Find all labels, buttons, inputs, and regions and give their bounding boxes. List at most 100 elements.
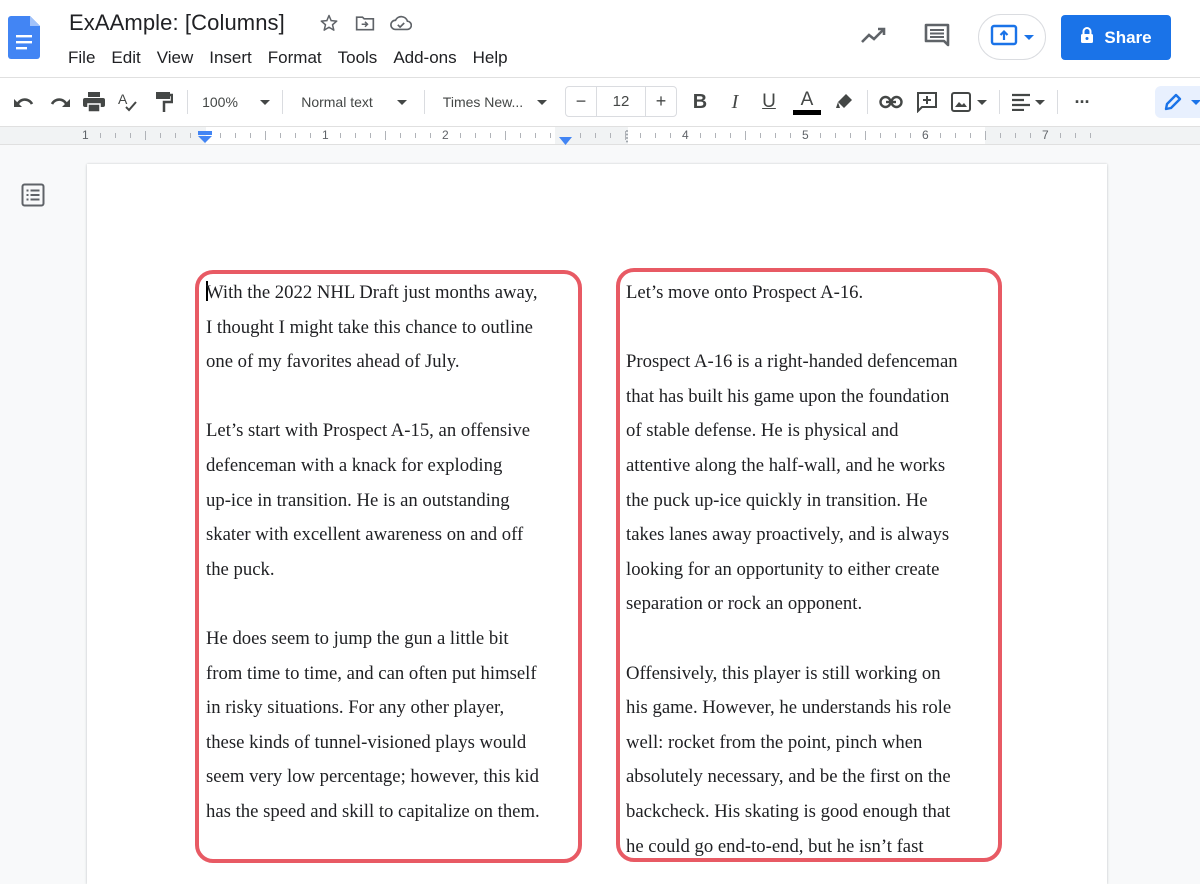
chevron-down-icon: [1191, 99, 1200, 105]
present-button[interactable]: [978, 14, 1046, 60]
print-icon[interactable]: [80, 78, 108, 126]
present-dropdown-icon[interactable]: [1024, 34, 1034, 40]
move-to-folder-icon[interactable]: [354, 12, 376, 34]
ruler-tick: [745, 131, 746, 140]
align-button[interactable]: [1008, 78, 1048, 126]
paragraph-style-select[interactable]: Normal text: [292, 78, 416, 126]
ruler-tick: [280, 133, 281, 138]
ruler-tick: [520, 133, 521, 138]
chevron-down-icon: [977, 99, 987, 105]
ruler-tick: [1015, 133, 1016, 138]
editing-mode-button[interactable]: [1155, 86, 1200, 118]
ruler-tick: [910, 133, 911, 138]
star-icon[interactable]: [318, 12, 340, 34]
share-button[interactable]: Share: [1061, 15, 1171, 60]
svg-text:A: A: [118, 91, 128, 107]
cloud-saved-icon[interactable]: [390, 12, 412, 34]
redo-icon[interactable]: [45, 78, 75, 126]
ruler-tick: [775, 133, 776, 138]
right-indent-marker[interactable]: [559, 132, 572, 150]
menu-edit[interactable]: Edit: [103, 46, 148, 70]
ruler-tick: [430, 133, 431, 138]
ruler-tick: [835, 133, 836, 138]
ruler-tick: [715, 133, 716, 138]
ruler-tick: [250, 133, 251, 138]
ruler-tick: [160, 133, 161, 138]
ruler-tick: [1000, 133, 1001, 138]
ruler-tick: [880, 133, 881, 138]
menu-bar: File Edit View Insert Format Tools Add-o…: [60, 46, 516, 70]
ruler-tick: [130, 133, 131, 138]
ruler-tick: [145, 131, 146, 140]
ruler-tick: [970, 133, 971, 138]
left-indent-marker[interactable]: [197, 130, 213, 148]
chevron-down-icon: [259, 99, 270, 105]
ruler-label: 7: [1042, 128, 1049, 142]
document-page[interactable]: With the 2022 NHL Draft just months away…: [87, 164, 1107, 884]
insert-link-icon[interactable]: [876, 78, 906, 126]
increase-font-size-button[interactable]: +: [646, 87, 676, 116]
underline-button[interactable]: U: [757, 78, 781, 126]
font-family-select[interactable]: Times New...: [434, 78, 556, 126]
activity-dashboard-icon[interactable]: [856, 18, 892, 54]
toolbar-divider: [424, 90, 425, 114]
ruler-tick: [595, 133, 596, 138]
ruler-tick: [115, 133, 116, 138]
ruler-tick: [760, 133, 761, 138]
ruler-tick: [655, 133, 656, 138]
ruler-tick: [400, 133, 401, 138]
ruler-tick: [1090, 133, 1091, 138]
more-options-button[interactable]: ···: [1068, 78, 1096, 126]
text-color-button[interactable]: A: [792, 78, 822, 126]
toolbar-divider: [187, 90, 188, 114]
ruler-tick: [940, 133, 941, 138]
paint-format-icon[interactable]: [150, 78, 178, 126]
insert-image-button[interactable]: [948, 78, 990, 126]
docs-logo-icon[interactable]: [8, 16, 40, 60]
bold-button[interactable]: B: [688, 78, 712, 126]
ruler-tick: [850, 133, 851, 138]
ruler-tick: [355, 133, 356, 138]
document-outline-icon[interactable]: [21, 183, 45, 207]
menu-tools[interactable]: Tools: [330, 46, 386, 70]
highlight-color-icon[interactable]: [831, 78, 857, 126]
ruler-tick: [340, 133, 341, 138]
chevron-down-icon: [1035, 99, 1045, 105]
menu-add-ons[interactable]: Add-ons: [385, 46, 464, 70]
document-title[interactable]: ExAAmple: [Columns]: [69, 10, 285, 36]
font-size-input[interactable]: 12: [596, 87, 646, 116]
ruler-tick: [490, 133, 491, 138]
ruler-tick: [385, 131, 386, 140]
toolbar-divider: [282, 90, 283, 114]
ruler-label: 6: [922, 128, 929, 142]
chevron-down-icon: [396, 99, 407, 105]
italic-button[interactable]: I: [723, 78, 747, 126]
title-bar: ExAAmple: [Columns] File Edit View Inser…: [0, 0, 1200, 78]
chevron-down-icon: [537, 99, 548, 105]
menu-help[interactable]: Help: [465, 46, 516, 70]
menu-file[interactable]: File: [60, 46, 103, 70]
highlight-box-right-column: [616, 268, 1002, 862]
decrease-font-size-button[interactable]: −: [566, 87, 596, 116]
ruler-column-1: [206, 127, 555, 144]
ruler-tick: [370, 133, 371, 138]
toolbar-divider: [867, 90, 868, 114]
menu-insert[interactable]: Insert: [201, 46, 260, 70]
ruler-tick: [175, 133, 176, 138]
lock-icon: [1080, 27, 1094, 48]
image-icon: [951, 92, 971, 112]
ruler-tick: [640, 133, 641, 138]
menu-view[interactable]: View: [149, 46, 202, 70]
ruler-tick: [1030, 133, 1031, 138]
ruler-tick: [190, 133, 191, 138]
pencil-icon: [1164, 93, 1182, 111]
ruler-tick: [550, 133, 551, 138]
horizontal-ruler[interactable]: 1 1 2 4 5 6 7: [0, 126, 1200, 145]
toolbar-divider: [999, 90, 1000, 114]
zoom-select[interactable]: 100%: [196, 78, 276, 126]
undo-icon[interactable]: [9, 78, 39, 126]
comment-history-icon[interactable]: [919, 18, 955, 54]
add-comment-icon[interactable]: [913, 78, 941, 126]
spellcheck-icon[interactable]: A: [114, 78, 142, 126]
menu-format[interactable]: Format: [260, 46, 330, 70]
